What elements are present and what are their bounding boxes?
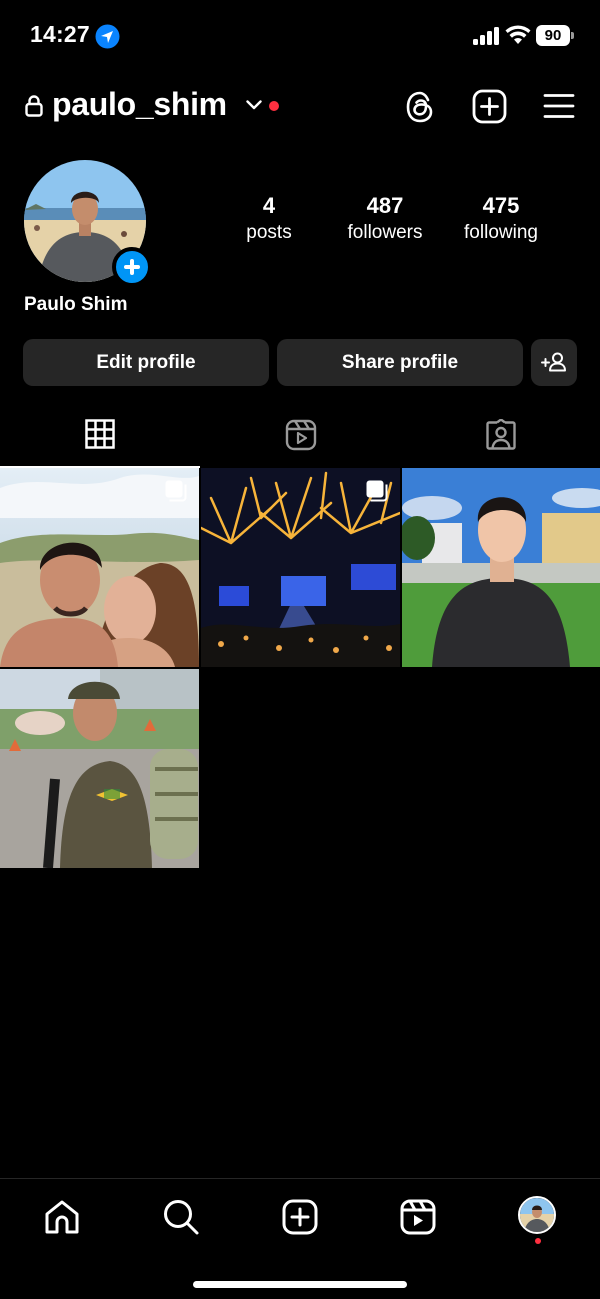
add-story-button[interactable] — [112, 247, 152, 287]
create-post-icon[interactable] — [472, 89, 507, 124]
lock-icon — [25, 95, 43, 117]
notification-dot — [535, 1238, 541, 1244]
profile-avatar-nav[interactable] — [518, 1196, 556, 1234]
username[interactable]: paulo_shim — [52, 86, 227, 123]
tab-tagged[interactable] — [400, 410, 600, 468]
grid-icon — [85, 419, 115, 449]
edit-profile-button[interactable]: Edit profile — [23, 339, 269, 386]
followers-stat[interactable]: 487 followers — [325, 192, 445, 246]
reels-icon — [285, 419, 317, 451]
followers-label: followers — [347, 222, 423, 243]
tagged-icon — [486, 419, 516, 450]
threads-icon[interactable] — [404, 90, 436, 124]
tab-posts-grid[interactable] — [0, 410, 200, 468]
following-label: following — [464, 222, 538, 243]
notification-dot — [269, 101, 279, 111]
chevron-down-icon[interactable] — [246, 100, 262, 110]
post-thumbnail[interactable] — [402, 468, 600, 667]
followers-count: 487 — [366, 193, 404, 218]
home-indicator — [193, 1281, 407, 1288]
carousel-icon — [366, 480, 388, 502]
post-thumbnail[interactable] — [0, 468, 199, 667]
following-count: 475 — [482, 193, 520, 218]
search-icon[interactable] — [161, 1197, 201, 1237]
posts-stat[interactable]: 4 posts — [209, 192, 329, 246]
following-stat[interactable]: 475 following — [441, 192, 561, 246]
location-arrow-icon — [95, 24, 120, 49]
battery-indicator: 90 — [536, 25, 574, 46]
menu-icon[interactable] — [543, 93, 575, 119]
post-thumbnail[interactable] — [0, 669, 199, 868]
share-profile-button[interactable]: Share profile — [277, 339, 523, 386]
battery-level: 90 — [536, 25, 570, 46]
display-name: Paulo Shim — [24, 294, 128, 315]
cellular-signal-icon — [473, 27, 499, 45]
profile-header: paulo_shim — [0, 80, 600, 136]
wifi-icon — [505, 25, 531, 44]
tab-reels[interactable] — [200, 410, 400, 468]
carousel-icon — [165, 480, 187, 502]
status-bar: 14:27 90 — [0, 0, 600, 72]
bottom-navigation — [0, 1178, 600, 1299]
home-icon[interactable] — [42, 1197, 82, 1237]
create-icon[interactable] — [280, 1197, 320, 1237]
posts-count: 4 — [262, 193, 276, 218]
status-time: 14:27 — [30, 21, 90, 47]
add-person-icon — [541, 352, 566, 372]
profile-tabs — [0, 410, 600, 468]
reels-icon[interactable] — [398, 1197, 438, 1237]
discover-people-button[interactable] — [531, 339, 577, 386]
posts-label: posts — [246, 222, 292, 243]
post-thumbnail[interactable] — [201, 468, 400, 667]
